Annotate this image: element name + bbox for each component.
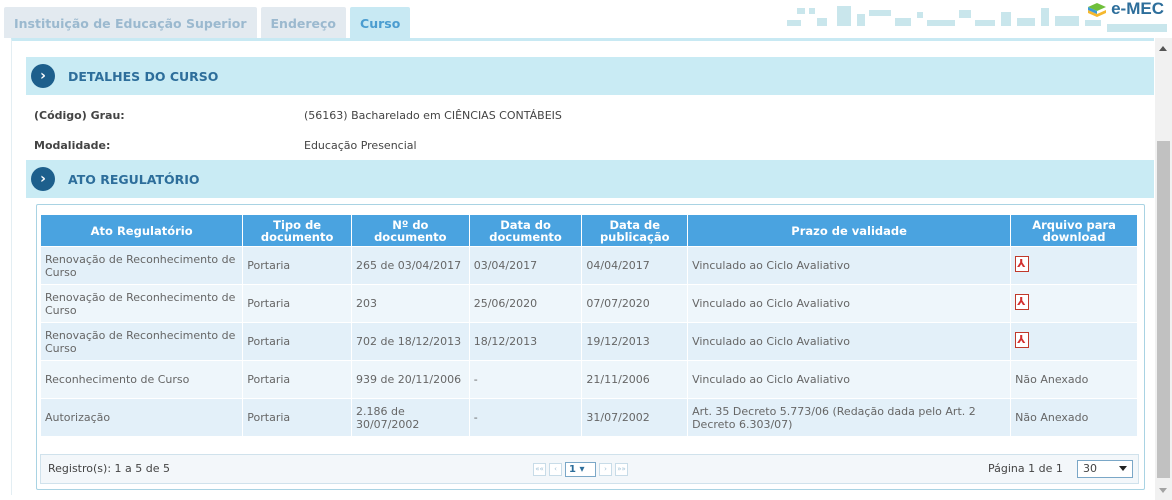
column-header[interactable]: Data de publicação: [582, 215, 688, 246]
cell-data-documento: -: [469, 361, 582, 398]
cell-prazo: Vinculado ao Ciclo Avaliativo: [688, 323, 1011, 360]
section-title: ATO REGULATÓRIO: [68, 171, 200, 187]
detail-label: Modalidade:: [34, 138, 111, 152]
cell-arquivo: ⅄: [1011, 247, 1137, 284]
section-course-details: › DETALHES DO CURSO: [26, 57, 1154, 95]
column-header[interactable]: Ato Regulatório: [41, 215, 243, 246]
section-title: DETALHES DO CURSO: [68, 68, 219, 84]
cell-tipo: Portaria: [243, 247, 351, 284]
tab-bar: Instituição de Educação Superior Endereç…: [4, 7, 411, 38]
cell-ato: Renovação de Reconhecimento de Curso: [41, 285, 243, 322]
pdf-icon[interactable]: ⅄: [1015, 332, 1030, 348]
records-count: Registro(s): 1 a 5 de 5: [48, 462, 170, 475]
cell-numero: 702 de 18/12/2013: [351, 323, 469, 360]
cell-data-publicacao: 19/12/2013: [582, 323, 688, 360]
chevron-right-icon: ›: [31, 167, 55, 191]
scroll-thumb[interactable]: [1157, 141, 1170, 478]
regulatory-table: Ato Regulatório Tipo de documento Nº do …: [40, 214, 1138, 437]
cell-tipo: Portaria: [243, 285, 351, 322]
cell-prazo: Art. 35 Decreto 5.773/06 (Redação dada p…: [688, 399, 1011, 436]
table-row: Renovação de Reconhecimento de Curso Por…: [41, 247, 1137, 284]
chevron-down-icon: [1119, 466, 1127, 471]
table-row: Autorização Portaria 2.186 de 30/07/2002…: [41, 399, 1137, 436]
pdf-icon[interactable]: ⅄: [1015, 256, 1030, 272]
per-page-select[interactable]: 30: [1077, 460, 1133, 478]
cell-tipo: Portaria: [243, 399, 351, 436]
section-regulatory: › ATO REGULATÓRIO: [26, 160, 1154, 198]
pagination: «« ‹ 1 ▾ › »»: [533, 462, 628, 477]
table-footer: Registro(s): 1 a 5 de 5 «« ‹ 1 ▾ › »» Pá…: [40, 454, 1139, 484]
table-header-row: Ato Regulatório Tipo de documento Nº do …: [41, 215, 1137, 246]
cell-ato: Autorização: [41, 399, 243, 436]
page-info: Página 1 de 1: [988, 462, 1063, 475]
cell-data-publicacao: 21/11/2006: [582, 361, 688, 398]
page-select-value: 1: [569, 464, 576, 475]
vertical-scrollbar[interactable]: [1155, 38, 1172, 500]
cell-numero: 939 de 20/11/2006: [351, 361, 469, 398]
cell-arquivo: Não Anexado: [1011, 361, 1137, 398]
top-bar: Instituição de Educação Superior Endereç…: [0, 0, 1172, 38]
first-page-button[interactable]: ««: [533, 463, 546, 476]
cell-ato: Renovação de Reconhecimento de Curso: [41, 247, 243, 284]
cell-arquivo: ⅄: [1011, 285, 1137, 322]
prev-page-button[interactable]: ‹: [549, 463, 562, 476]
detail-row-grau: (Código) Grau: (56163) Bacharelado em CI…: [34, 105, 562, 125]
per-page-value: 30: [1083, 462, 1097, 475]
column-header[interactable]: Prazo de validade: [688, 215, 1011, 246]
cell-prazo: Vinculado ao Ciclo Avaliativo: [688, 285, 1011, 322]
detail-value: (56163) Bacharelado em CIÊNCIAS CONTÁBEI…: [304, 108, 562, 122]
cell-data-documento: 18/12/2013: [469, 323, 582, 360]
cell-ato: Renovação de Reconhecimento de Curso: [41, 323, 243, 360]
cell-prazo: Vinculado ao Ciclo Avaliativo: [688, 247, 1011, 284]
chevron-down-icon: ▾: [579, 464, 585, 475]
course-panel: › DETALHES DO CURSO (Código) Grau: (5616…: [11, 38, 1154, 495]
cell-data-publicacao: 04/04/2017: [582, 247, 688, 284]
cell-arquivo: Não Anexado: [1011, 399, 1137, 436]
column-header[interactable]: Arquivo para download: [1011, 215, 1137, 246]
tab-endereco[interactable]: Endereço: [260, 7, 347, 38]
cell-tipo: Portaria: [243, 323, 351, 360]
cell-data-documento: 25/06/2020: [469, 285, 582, 322]
table-row: Renovação de Reconhecimento de Curso Por…: [41, 323, 1137, 360]
regulatory-table-container: Ato Regulatório Tipo de documento Nº do …: [36, 204, 1145, 490]
cell-prazo: Vinculado ao Ciclo Avaliativo: [688, 361, 1011, 398]
cell-numero: 265 de 03/04/2017: [351, 247, 469, 284]
column-header[interactable]: Data do documento: [469, 215, 582, 246]
cell-numero: 203: [351, 285, 469, 322]
chevron-right-icon: ›: [31, 64, 55, 88]
detail-value: Educação Presencial: [304, 138, 417, 152]
table-row: Renovação de Reconhecimento de Curso Por…: [41, 285, 1137, 322]
column-header[interactable]: Nº do documento: [351, 215, 469, 246]
cell-numero: 2.186 de 30/07/2002: [351, 399, 469, 436]
tab-instituicao[interactable]: Instituição de Educação Superior: [4, 7, 257, 38]
table-row: Reconhecimento de Curso Portaria 939 de …: [41, 361, 1137, 398]
last-page-button[interactable]: »»: [615, 463, 628, 476]
pdf-icon[interactable]: ⅄: [1015, 294, 1030, 310]
cell-ato: Reconhecimento de Curso: [41, 361, 243, 398]
cell-data-publicacao: 31/07/2002: [582, 399, 688, 436]
scroll-down-arrow-icon[interactable]: [1159, 488, 1167, 493]
detail-label: (Código) Grau:: [34, 108, 125, 122]
column-header[interactable]: Tipo de documento: [243, 215, 351, 246]
detail-row-modalidade: Modalidade: Educação Presencial: [34, 135, 417, 155]
next-page-button[interactable]: ›: [599, 463, 612, 476]
scroll-up-arrow-icon[interactable]: [1159, 46, 1167, 51]
cell-data-publicacao: 07/07/2020: [582, 285, 688, 322]
cell-tipo: Portaria: [243, 361, 351, 398]
cell-data-documento: 03/04/2017: [469, 247, 582, 284]
cell-arquivo: ⅄: [1011, 323, 1137, 360]
page-select[interactable]: 1 ▾: [565, 462, 596, 477]
logo-text: e-MEC: [1111, 0, 1164, 18]
emec-logo: e-MEC: [1086, 0, 1164, 20]
book-icon: [1088, 3, 1107, 17]
tab-curso[interactable]: Curso: [350, 7, 411, 38]
cell-data-documento: -: [469, 399, 582, 436]
